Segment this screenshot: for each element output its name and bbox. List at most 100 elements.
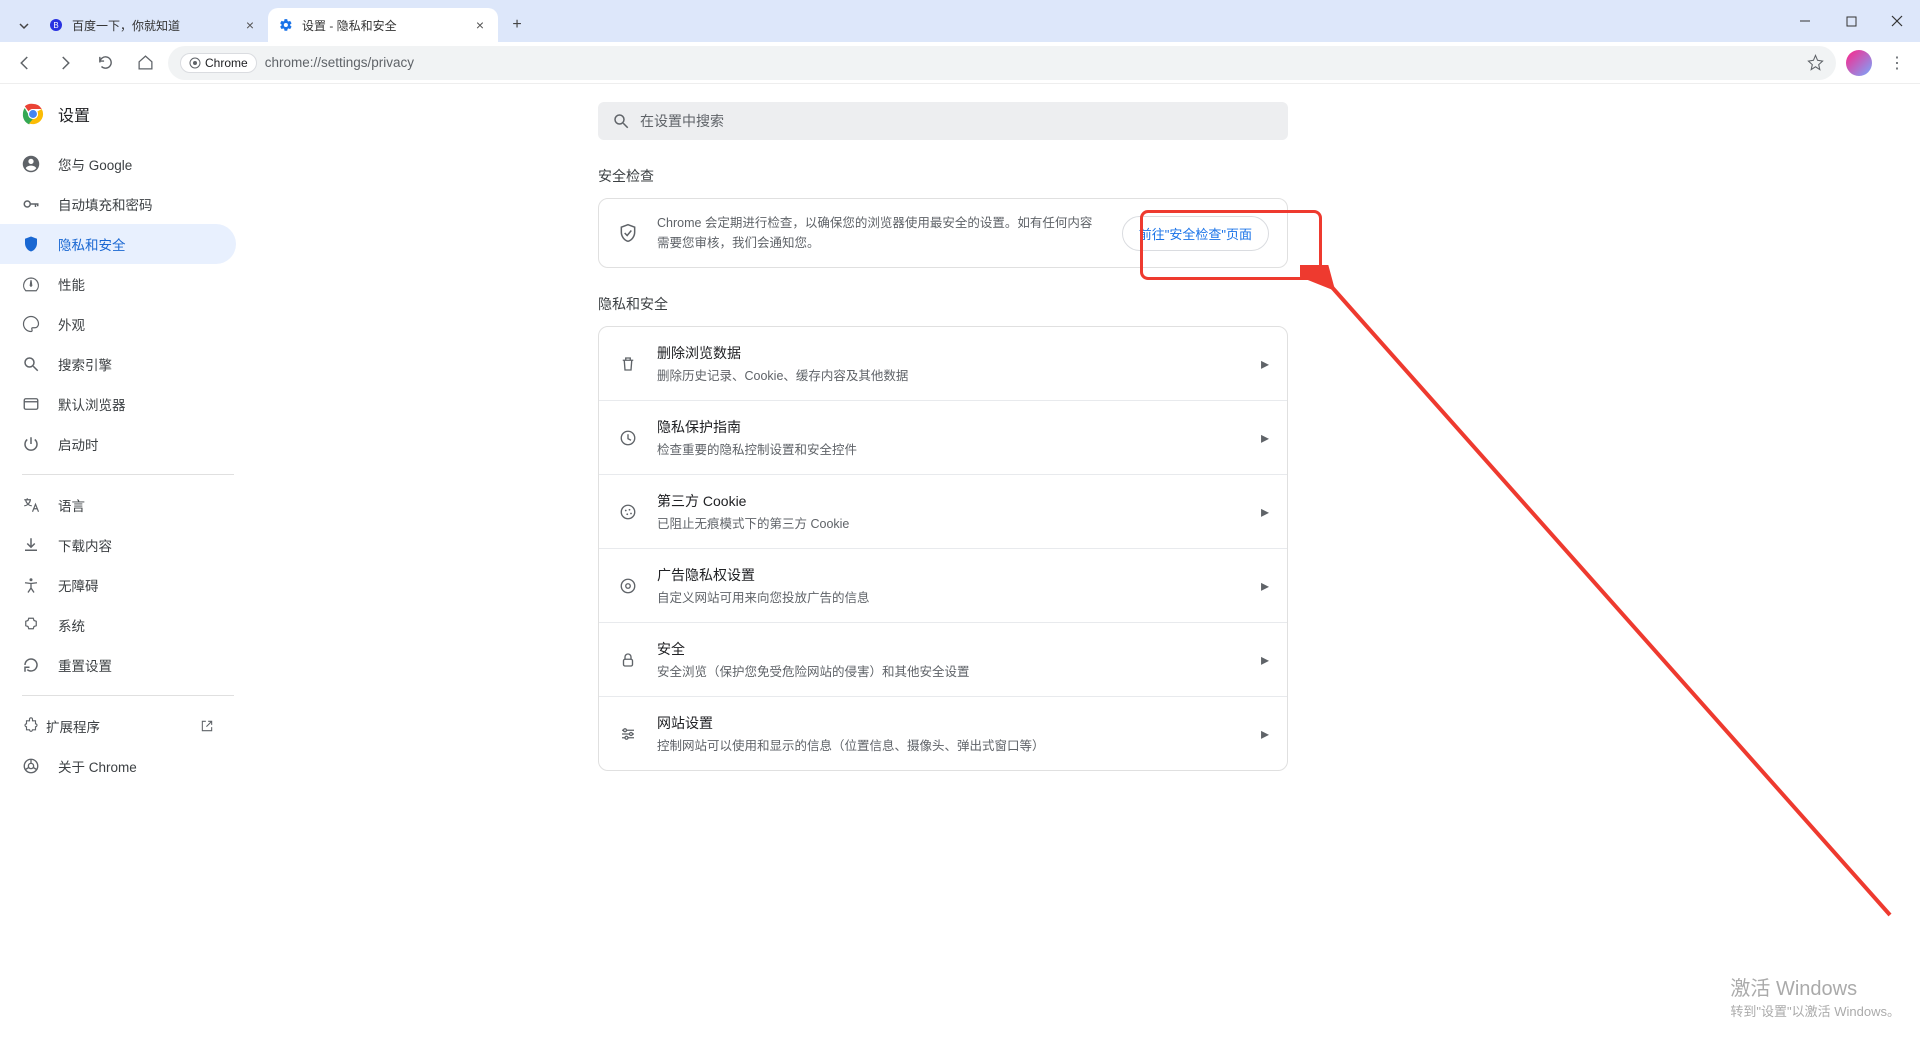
- minimize-button[interactable]: [1782, 4, 1828, 38]
- privacy-card: 删除浏览数据删除历史记录、Cookie、缓存内容及其他数据 ▸ 隐私保护指南检查…: [598, 326, 1288, 771]
- search-placeholder: 在设置中搜索: [640, 111, 724, 131]
- sidebar-item-you-and-google[interactable]: 您与 Google: [0, 144, 236, 184]
- baidu-favicon-icon: B: [48, 17, 64, 33]
- sidebar-item-autofill[interactable]: 自动填充和密码: [0, 184, 236, 224]
- maximize-button[interactable]: [1828, 4, 1874, 38]
- sidebar-item-on-startup[interactable]: 启动时: [0, 424, 236, 464]
- chrome-icon: [22, 757, 40, 775]
- sidebar-item-label: 外观: [58, 314, 85, 334]
- section-title-privacy: 隐私和安全: [598, 294, 1288, 314]
- new-tab-button[interactable]: +: [502, 10, 532, 40]
- chrome-logo-icon: [22, 103, 44, 125]
- sidebar-item-search-engine[interactable]: 搜索引擎: [0, 344, 236, 384]
- tab-title: 设置 - 隐私和安全: [302, 17, 464, 34]
- close-icon[interactable]: ×: [472, 17, 488, 33]
- section-title-safety: 安全检查: [598, 166, 1288, 186]
- shield-icon: [22, 235, 40, 253]
- sidebar-item-about[interactable]: 关于 Chrome: [0, 746, 236, 786]
- brand: 设置: [0, 102, 256, 144]
- external-link-icon: [200, 719, 214, 733]
- sidebar-item-accessibility[interactable]: 无障碍: [0, 565, 236, 605]
- watermark-sub: 转到"设置"以激活 Windows。: [1730, 1001, 1900, 1020]
- row-site-settings[interactable]: 网站设置控制网站可以使用和显示的信息（位置信息、摄像头、弹出式窗口等） ▸: [599, 696, 1287, 770]
- close-window-button[interactable]: [1874, 4, 1920, 38]
- back-button[interactable]: [8, 46, 42, 80]
- sidebar-item-performance[interactable]: 性能: [0, 264, 236, 304]
- extension-icon: [22, 717, 40, 735]
- window-controls: [1782, 0, 1920, 42]
- search-icon: [22, 355, 40, 373]
- sidebar-item-reset[interactable]: 重置设置: [0, 645, 236, 685]
- svg-text:B: B: [53, 21, 58, 30]
- settings-search-input[interactable]: 在设置中搜索: [598, 102, 1288, 140]
- lock-icon: [617, 651, 639, 669]
- address-bar[interactable]: Chrome chrome://settings/privacy: [168, 46, 1836, 80]
- row-title: 安全: [657, 639, 1243, 659]
- go-to-safety-check-button[interactable]: 前往"安全检查"页面: [1122, 216, 1269, 251]
- sidebar-item-default-browser[interactable]: 默认浏览器: [0, 384, 236, 424]
- menu-button[interactable]: ⋮: [1882, 53, 1912, 73]
- tab-settings[interactable]: 设置 - 隐私和安全 ×: [268, 8, 498, 42]
- forward-button[interactable]: [48, 46, 82, 80]
- profile-avatar[interactable]: [1846, 50, 1872, 76]
- chevron-right-icon: ▸: [1261, 428, 1269, 448]
- sidebar-item-downloads[interactable]: 下载内容: [0, 525, 236, 565]
- ad-icon: [617, 577, 639, 595]
- sidebar-item-label: 关于 Chrome: [58, 756, 137, 776]
- guide-icon: [617, 429, 639, 447]
- chevron-right-icon: ▸: [1261, 502, 1269, 522]
- row-title: 第三方 Cookie: [657, 491, 1243, 511]
- sidebar: 设置 您与 Google 自动填充和密码 隐私和安全 性能 外观 搜索引擎: [0, 84, 256, 1040]
- sidebar-item-extensions[interactable]: 扩展程序: [0, 706, 236, 746]
- row-ad-privacy[interactable]: 广告隐私权设置自定义网站可用来向您投放广告的信息 ▸: [599, 548, 1287, 622]
- close-icon[interactable]: ×: [242, 17, 258, 33]
- url-chip: Chrome: [180, 53, 257, 73]
- main: 在设置中搜索 安全检查 Chrome 会定期进行检查，以确保您的浏览器使用最安全…: [256, 84, 1920, 1040]
- palette-icon: [22, 315, 40, 333]
- chevron-right-icon: ▸: [1261, 576, 1269, 596]
- row-title: 删除浏览数据: [657, 343, 1243, 363]
- row-sub: 控制网站可以使用和显示的信息（位置信息、摄像头、弹出式窗口等）: [657, 735, 1243, 754]
- system-icon: [22, 616, 40, 634]
- tune-icon: [617, 725, 639, 743]
- tab-overflow-button[interactable]: [10, 12, 38, 40]
- row-security[interactable]: 安全安全浏览（保护您免受危险网站的侵害）和其他安全设置 ▸: [599, 622, 1287, 696]
- tab-baidu[interactable]: B 百度一下，你就知道 ×: [38, 8, 268, 42]
- chevron-right-icon: ▸: [1261, 354, 1269, 374]
- sidebar-item-label: 无障碍: [58, 575, 99, 595]
- search-icon: [612, 112, 630, 130]
- safety-check-text: Chrome 会定期进行检查，以确保您的浏览器使用最安全的设置。如有任何内容需要…: [657, 213, 1104, 253]
- sidebar-item-label: 隐私和安全: [58, 234, 126, 254]
- reload-button[interactable]: [88, 46, 122, 80]
- divider: [22, 474, 234, 475]
- app-name: 设置: [58, 102, 90, 126]
- sidebar-item-label: 语言: [58, 495, 85, 515]
- row-third-party-cookies[interactable]: 第三方 Cookie已阻止无痕模式下的第三方 Cookie ▸: [599, 474, 1287, 548]
- sidebar-item-privacy[interactable]: 隐私和安全: [0, 224, 236, 264]
- settings-favicon-icon: [278, 17, 294, 33]
- sidebar-item-label: 性能: [58, 274, 85, 294]
- sidebar-item-system[interactable]: 系统: [0, 605, 236, 645]
- person-icon: [22, 155, 40, 173]
- row-privacy-guide[interactable]: 隐私保护指南检查重要的隐私控制设置和安全控件 ▸: [599, 400, 1287, 474]
- row-sub: 删除历史记录、Cookie、缓存内容及其他数据: [657, 365, 1243, 384]
- translate-icon: [22, 496, 40, 514]
- row-title: 广告隐私权设置: [657, 565, 1243, 585]
- browser-icon: [22, 395, 40, 413]
- windows-activation-watermark: 激活 Windows 转到"设置"以激活 Windows。: [1730, 972, 1900, 1020]
- row-sub: 自定义网站可用来向您投放广告的信息: [657, 587, 1243, 606]
- home-button[interactable]: [128, 46, 162, 80]
- divider: [22, 695, 234, 696]
- sidebar-item-label: 下载内容: [58, 535, 112, 555]
- speedometer-icon: [22, 275, 40, 293]
- row-clear-browsing-data[interactable]: 删除浏览数据删除历史记录、Cookie、缓存内容及其他数据 ▸: [599, 327, 1287, 400]
- bookmark-star-icon[interactable]: [1807, 54, 1824, 71]
- sidebar-item-appearance[interactable]: 外观: [0, 304, 236, 344]
- content: 设置 您与 Google 自动填充和密码 隐私和安全 性能 外观 搜索引擎: [0, 84, 1920, 1040]
- row-title: 网站设置: [657, 713, 1243, 733]
- tab-title: 百度一下，你就知道: [72, 17, 234, 34]
- sidebar-item-label: 扩展程序: [46, 716, 100, 736]
- watermark-title: 激活 Windows: [1730, 972, 1900, 1001]
- toolbar: Chrome chrome://settings/privacy ⋮: [0, 42, 1920, 84]
- sidebar-item-languages[interactable]: 语言: [0, 485, 236, 525]
